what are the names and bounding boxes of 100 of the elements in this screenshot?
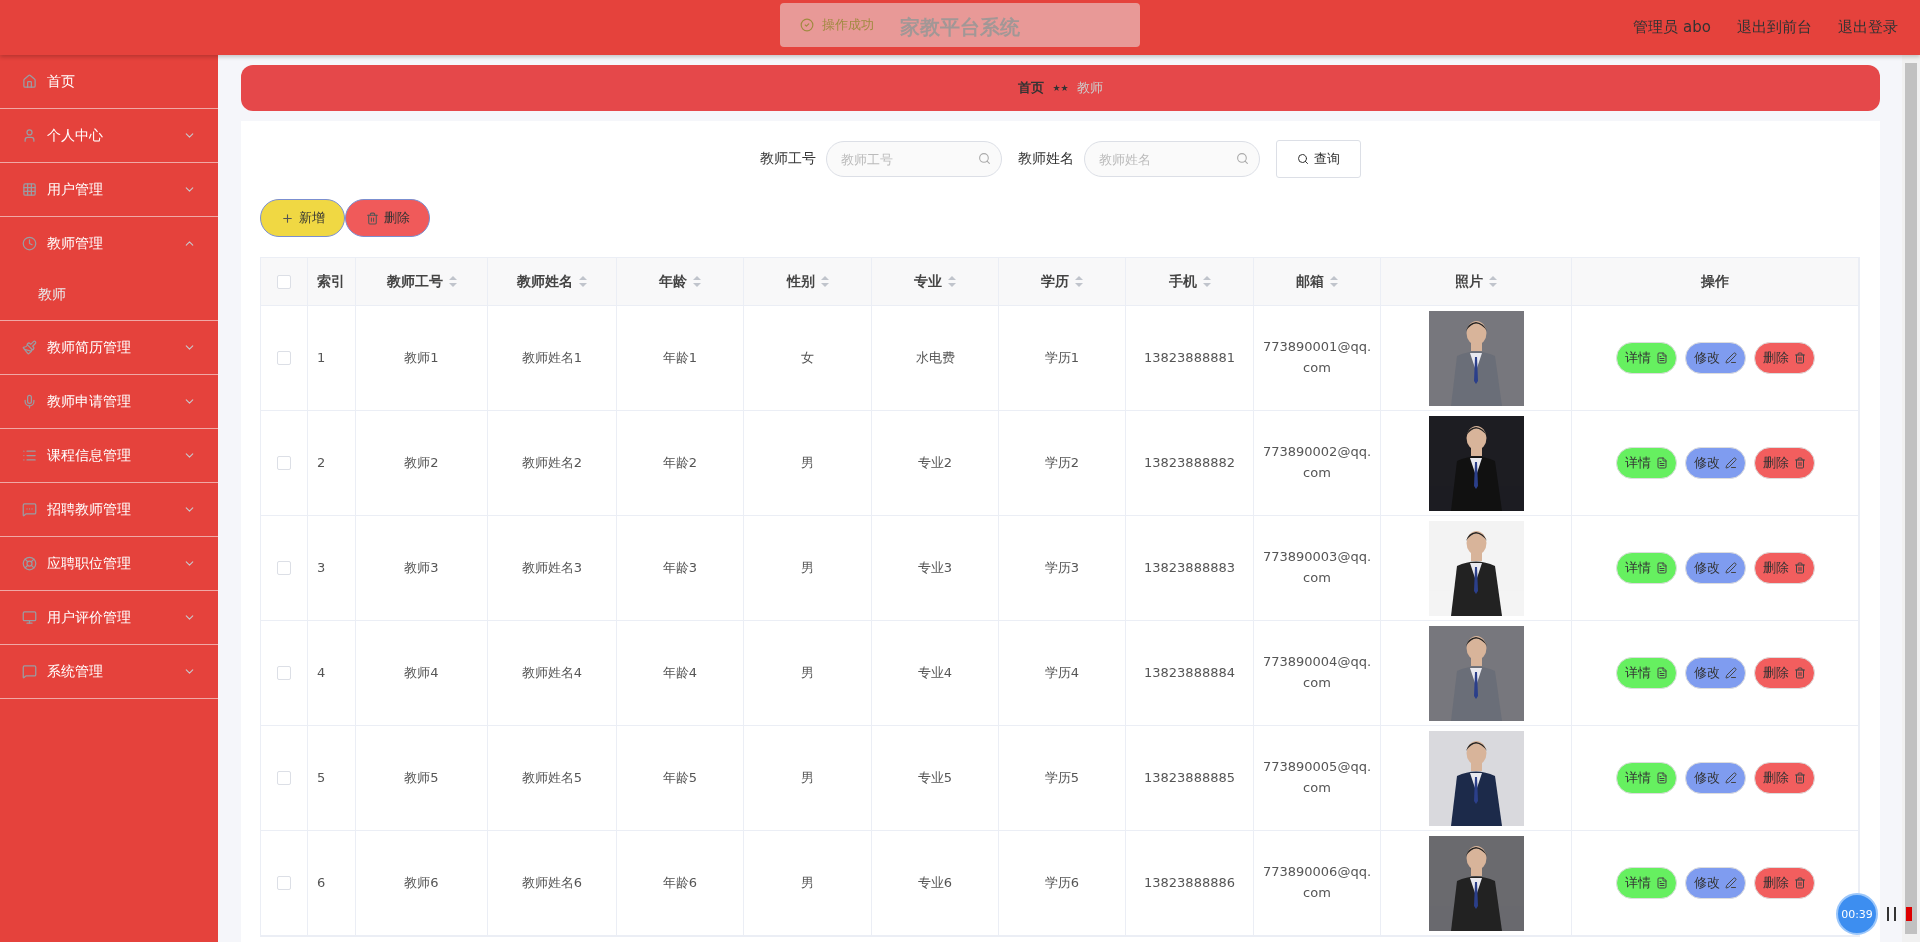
column-header: 教师工号 bbox=[386, 272, 443, 291]
column-header: 操作 bbox=[1701, 272, 1729, 291]
trash-icon bbox=[365, 211, 379, 225]
query-button[interactable]: 查询 bbox=[1275, 140, 1361, 178]
menu-icon bbox=[22, 502, 37, 517]
table-cell-text: 1 bbox=[317, 348, 326, 367]
detail-button[interactable]: 详情 bbox=[1615, 447, 1677, 479]
menu-icon bbox=[22, 236, 37, 251]
sidebar-item[interactable]: 招聘教师管理 bbox=[0, 483, 218, 537]
delete-button[interactable]: 删除 bbox=[1753, 867, 1815, 899]
header-link[interactable]: 退出到前台 bbox=[1737, 18, 1812, 37]
table-cell-text: 学历4 bbox=[1044, 663, 1080, 682]
checkbox[interactable] bbox=[277, 666, 291, 680]
edit-button[interactable]: 修改 bbox=[1684, 657, 1746, 689]
sidebar-item[interactable]: 首页 bbox=[0, 55, 218, 109]
table-cell-text: 3 bbox=[317, 558, 326, 577]
table-cell-text: 教师6 bbox=[404, 873, 439, 892]
edit-button[interactable]: 修改 bbox=[1684, 342, 1746, 374]
search-icon bbox=[1296, 153, 1309, 165]
sidebar-item[interactable]: 教师简历管理 bbox=[0, 321, 218, 375]
document-icon bbox=[1655, 457, 1668, 469]
edit-button[interactable]: 修改 bbox=[1684, 762, 1746, 794]
checkbox[interactable] bbox=[277, 561, 291, 575]
column-header: 邮箱 bbox=[1296, 272, 1324, 291]
breadcrumb-link[interactable]: 首页 bbox=[1018, 79, 1045, 97]
table-cell-text: 专业5 bbox=[917, 768, 953, 787]
menu-icon bbox=[22, 394, 37, 409]
add-button[interactable]: 新增 bbox=[260, 199, 345, 237]
checkbox[interactable] bbox=[277, 351, 291, 365]
trash-icon bbox=[1793, 772, 1806, 784]
column-header: 学历 bbox=[1041, 272, 1069, 291]
document-icon bbox=[1655, 772, 1668, 784]
breadcrumb-current: 教师 bbox=[1076, 79, 1103, 97]
sort-icon[interactable] bbox=[820, 276, 829, 287]
edit-button[interactable]: 修改 bbox=[1684, 867, 1746, 899]
table-cell-text: 男 bbox=[801, 558, 814, 577]
stop-icon[interactable] bbox=[1906, 907, 1912, 921]
scrollbar[interactable] bbox=[1902, 55, 1920, 942]
sidebar-item[interactable]: 个人中心 bbox=[0, 109, 218, 163]
table-cell-text: 5 bbox=[317, 768, 326, 787]
table-cell-text: 学历1 bbox=[1044, 348, 1080, 367]
sidebar-item[interactable]: 应聘职位管理 bbox=[0, 537, 218, 591]
edit-button[interactable]: 修改 bbox=[1684, 447, 1746, 479]
trash-icon bbox=[1793, 667, 1806, 679]
table-cell-text: 13823888882 bbox=[1144, 453, 1235, 472]
table-cell-text: 13823888886 bbox=[1144, 873, 1235, 892]
detail-button[interactable]: 详情 bbox=[1615, 552, 1677, 584]
table-cell-text: 6 bbox=[317, 873, 326, 892]
detail-button[interactable]: 详情 bbox=[1615, 342, 1677, 374]
document-icon bbox=[1655, 562, 1668, 574]
sidebar-item[interactable]: 用户评价管理 bbox=[0, 591, 218, 645]
table-cell-text: 13823888885 bbox=[1144, 768, 1235, 787]
table-cell-text: 4 bbox=[317, 663, 326, 682]
sidebar-item[interactable]: 教师管理 bbox=[0, 217, 218, 270]
sort-icon[interactable] bbox=[1330, 276, 1338, 287]
sort-icon[interactable] bbox=[1075, 276, 1083, 287]
delete-button[interactable]: 删除 bbox=[1753, 552, 1815, 584]
delete-button[interactable]: 删除 bbox=[1753, 342, 1815, 374]
table-cell-text: 男 bbox=[801, 873, 814, 892]
table-cell-text: 教师4 bbox=[404, 663, 439, 682]
sidebar-item[interactable]: 教师申请管理 bbox=[0, 375, 218, 429]
detail-button[interactable]: 详情 bbox=[1615, 762, 1677, 794]
table-cell-text: 学历5 bbox=[1044, 768, 1080, 787]
sort-icon[interactable] bbox=[1202, 276, 1211, 287]
sort-icon[interactable] bbox=[579, 276, 587, 287]
table-cell-text: 13823888881 bbox=[1144, 348, 1235, 367]
search-field[interactable]: 教师工号 bbox=[825, 141, 1002, 177]
delete-button[interactable]: 删除 bbox=[1753, 762, 1815, 794]
search-field[interactable]: 教师姓名 bbox=[1083, 141, 1260, 177]
sidebar-subitem[interactable]: 教师 bbox=[0, 270, 218, 320]
checkbox[interactable] bbox=[277, 456, 291, 470]
menu-icon bbox=[22, 448, 37, 463]
header-link[interactable]: 退出登录 bbox=[1838, 18, 1898, 37]
detail-button[interactable]: 详情 bbox=[1615, 657, 1677, 689]
edit-button[interactable]: 修改 bbox=[1684, 552, 1746, 584]
table-cell-text: 773890005@qq.com bbox=[1261, 758, 1373, 797]
sort-icon[interactable] bbox=[948, 276, 956, 287]
table-cell-text: 男 bbox=[801, 768, 814, 787]
sort-icon[interactable] bbox=[448, 276, 457, 287]
menu-icon bbox=[22, 664, 37, 679]
delete-button[interactable]: 删除 bbox=[1753, 447, 1815, 479]
table-cell-text: 专业6 bbox=[917, 873, 953, 892]
header-link[interactable]: 管理员 abo bbox=[1633, 18, 1711, 37]
sidebar-item[interactable]: 系统管理 bbox=[0, 645, 218, 699]
delete-button[interactable]: 删除 bbox=[1753, 657, 1815, 689]
document-icon bbox=[1655, 877, 1668, 889]
table-cell-text: 教师姓名5 bbox=[521, 768, 583, 787]
sidebar-item[interactable]: 用户管理 bbox=[0, 163, 218, 217]
table-cell-text: 13823888884 bbox=[1144, 663, 1235, 682]
sidebar-item[interactable]: 课程信息管理 bbox=[0, 429, 218, 483]
toast-message: 操作成功 bbox=[822, 16, 874, 34]
sort-icon[interactable] bbox=[693, 276, 701, 287]
checkbox[interactable] bbox=[277, 274, 291, 289]
delete-button[interactable]: 删除 bbox=[345, 199, 430, 237]
checkbox[interactable] bbox=[277, 771, 291, 785]
checkbox[interactable] bbox=[277, 876, 291, 890]
pause-icon[interactable] bbox=[1886, 907, 1898, 921]
plus-icon bbox=[280, 211, 294, 225]
sort-icon[interactable] bbox=[1489, 276, 1497, 287]
detail-button[interactable]: 详情 bbox=[1615, 867, 1677, 899]
